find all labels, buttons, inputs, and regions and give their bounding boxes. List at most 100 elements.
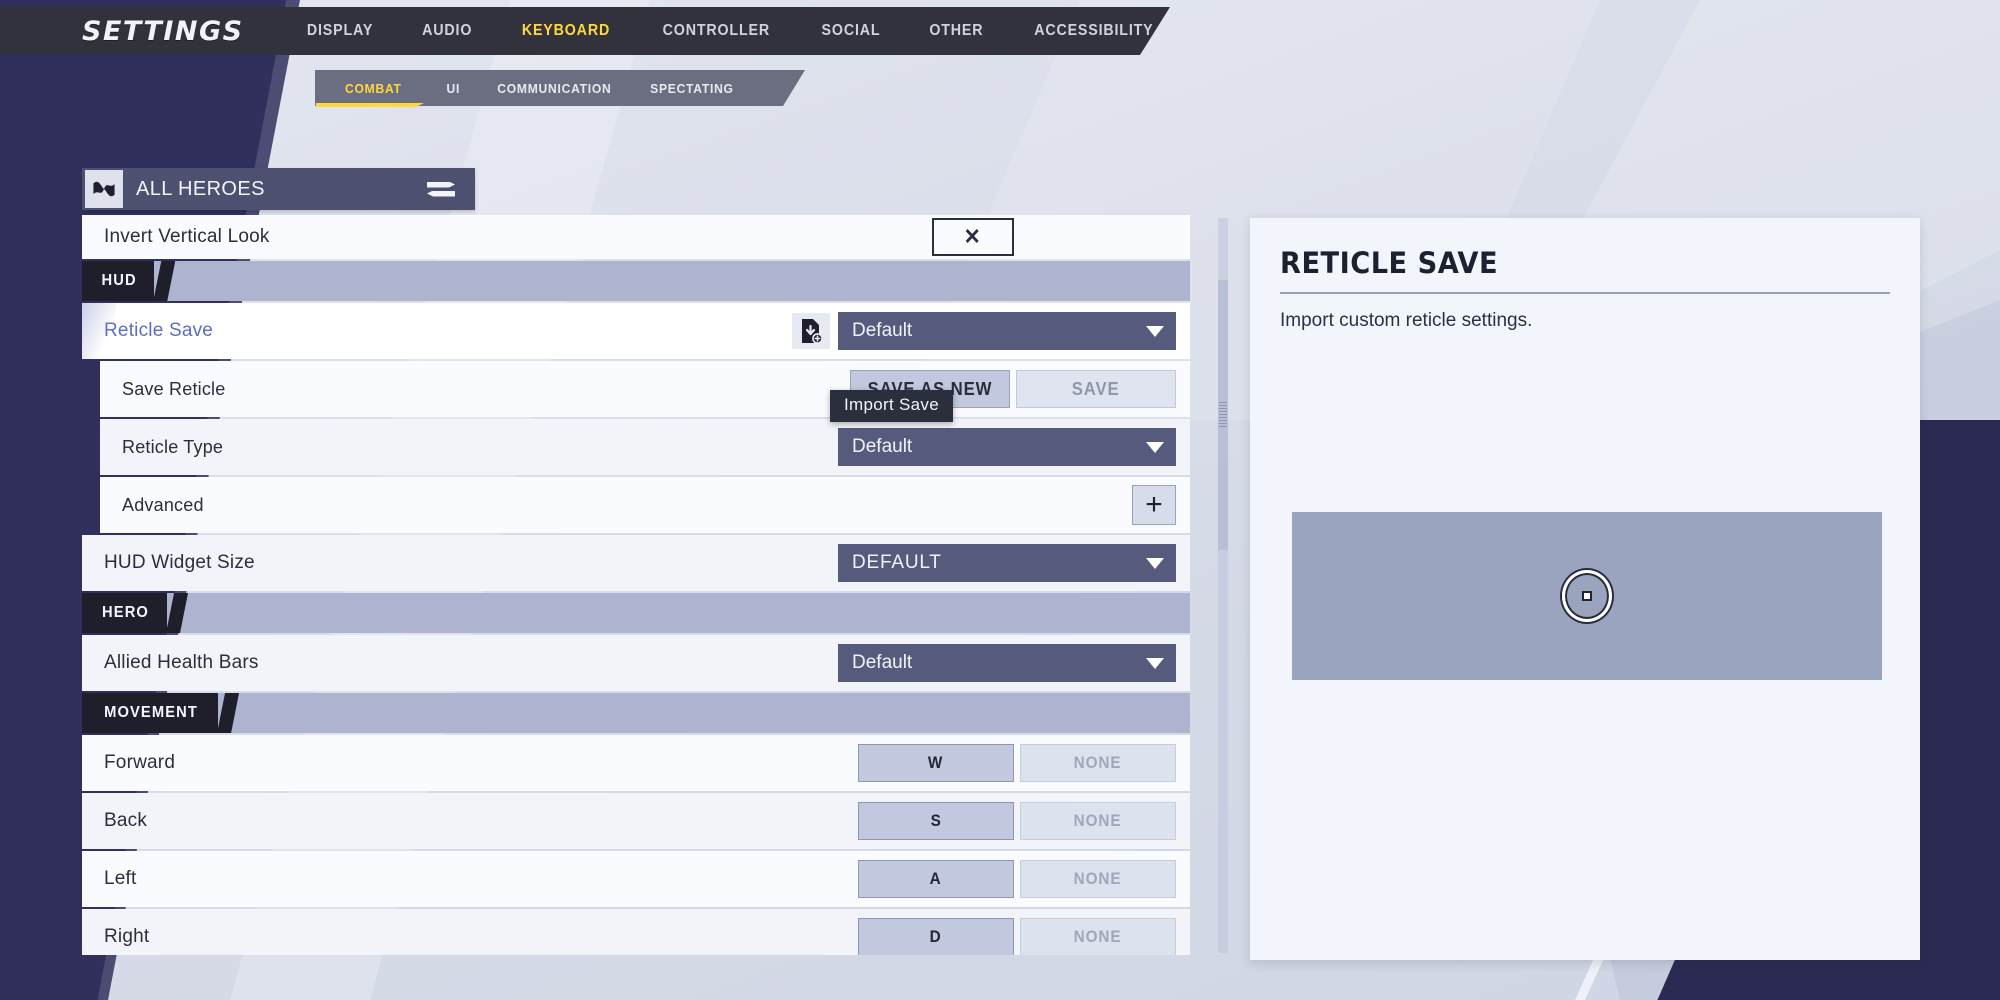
toggle-x-icon: ✕ [964, 224, 982, 249]
setting-label: Save Reticle [122, 378, 226, 399]
tooltip-text: Import Save [844, 395, 939, 414]
keybind-primary-back[interactable]: S [858, 802, 1014, 840]
detail-panel-description: Import custom reticle settings. [1280, 310, 1533, 331]
section-slash [217, 693, 240, 733]
chevron-down-icon [1146, 441, 1164, 453]
subnav-tab-communication[interactable]: COMMUNICATION [482, 81, 626, 96]
setting-label: Advanced [122, 494, 204, 515]
save-button[interactable]: SAVE [1016, 370, 1176, 408]
dropdown-value: DEFAULT [852, 552, 942, 573]
plus-icon: + [1145, 488, 1163, 521]
keybind-secondary-label: NONE [1074, 869, 1122, 888]
keybind-primary-forward[interactable]: W [858, 744, 1014, 782]
keybind-secondary-back[interactable]: NONE [1020, 802, 1176, 840]
keybind-secondary-left[interactable]: NONE [1020, 860, 1176, 898]
import-save-icon-button[interactable] [790, 311, 832, 351]
setting-label: Invert Vertical Look [104, 226, 270, 247]
setting-row-allied-health-bars[interactable]: Allied Health Bars Default [82, 635, 1190, 691]
keybind-secondary-right[interactable]: NONE [1020, 918, 1176, 955]
setting-row-reticle-type[interactable]: Reticle Type Default [100, 419, 1190, 475]
keybind-controls: S NONE [858, 802, 1190, 840]
nav-tab-social[interactable]: SOCIAL [821, 22, 880, 40]
swap-arrows-icon[interactable] [427, 181, 455, 197]
subnav-tab-combat[interactable]: COMBAT [319, 81, 426, 96]
chevron-down-icon [1146, 557, 1164, 569]
setting-controls: Default [790, 311, 1190, 351]
sub-navigation-bar: COMBAT UI COMMUNICATION SPECTATING [315, 70, 805, 106]
settings-list: Invert Vertical Look ✕ HUD Reticle Save [82, 215, 1190, 955]
section-label: MOVEMENT [104, 704, 198, 721]
setting-label: Reticle Type [122, 436, 224, 457]
keybind-primary-label: A [930, 869, 942, 888]
subnav-tab-ui[interactable]: UI [432, 81, 475, 96]
section-header-hero: HERO [82, 593, 1190, 633]
setting-row-save-reticle[interactable]: Save Reticle SAVE AS NEW SAVE [100, 361, 1190, 417]
setting-label: Right [104, 926, 150, 947]
setting-row-hud-widget-size[interactable]: HUD Widget Size DEFAULT [82, 535, 1190, 591]
nav-tab-accessibility[interactable]: ACCESSIBILITY [1035, 22, 1154, 40]
setting-label: HUD Widget Size [104, 552, 255, 573]
keybind-primary-right[interactable]: D [858, 918, 1014, 955]
setting-row-advanced[interactable]: Advanced + [100, 477, 1190, 533]
section-header-movement: MOVEMENT [82, 693, 1190, 733]
scrollbar-grip-icon [1219, 402, 1227, 428]
chevron-down-icon [1146, 657, 1164, 669]
all-heroes-icon [85, 170, 123, 208]
hud-widget-size-dropdown[interactable]: DEFAULT [838, 544, 1176, 582]
keybind-primary-left[interactable]: A [858, 860, 1014, 898]
keybind-secondary-forward[interactable]: NONE [1020, 744, 1176, 782]
import-save-icon [802, 319, 823, 344]
setting-controls: + [1132, 485, 1190, 525]
keybind-secondary-label: NONE [1074, 927, 1122, 946]
setting-controls: ✕ [932, 218, 1190, 256]
keybind-row-back[interactable]: Back S NONE [82, 793, 1190, 849]
reticle-icon [1562, 570, 1612, 622]
nav-tab-other[interactable]: OTHER [929, 22, 983, 40]
reticle-save-dropdown[interactable]: Default [838, 312, 1176, 350]
subnav-active-underline [316, 103, 424, 107]
keybind-row-forward[interactable]: Forward W NONE [82, 735, 1190, 791]
advanced-expand-button[interactable]: + [1132, 485, 1176, 525]
nav-tab-keyboard[interactable]: KEYBOARD [522, 22, 610, 40]
nav-tab-controller[interactable]: CONTROLLER [663, 22, 770, 40]
setting-row-reticle-save[interactable]: Reticle Save Default [82, 303, 1190, 359]
setting-label: Forward [104, 752, 176, 773]
keybind-primary-label: D [930, 927, 942, 946]
settings-title: SETTINGS [82, 15, 244, 47]
setting-controls: Default [838, 428, 1190, 466]
keybind-secondary-label: NONE [1074, 811, 1122, 830]
dropdown-value: Default [852, 436, 913, 457]
invert-vertical-look-toggle[interactable]: ✕ [932, 218, 1014, 256]
section-slash [166, 593, 189, 633]
subnav-tab-spectating[interactable]: SPECTATING [636, 81, 749, 96]
hero-selector-label: ALL HEROES [136, 177, 265, 200]
section-label: HERO [102, 604, 149, 621]
section-header-hud: HUD [82, 261, 1190, 301]
keybind-row-left[interactable]: Left A NONE [82, 851, 1190, 907]
save-label: SAVE [1072, 378, 1120, 399]
reticle-center-dot [1584, 593, 1590, 599]
top-nav-items: DISPLAY AUDIO KEYBOARD CONTROLLER SOCIAL… [304, 22, 1159, 40]
hero-selector[interactable]: ALL HEROES [82, 168, 475, 210]
setting-controls: DEFAULT [838, 544, 1190, 582]
top-navigation-bar: SETTINGS DISPLAY AUDIO KEYBOARD CONTROLL… [0, 7, 1170, 55]
nav-tab-audio[interactable]: AUDIO [422, 22, 472, 40]
section-label: HUD [101, 272, 137, 289]
keybind-controls: D NONE [858, 918, 1190, 955]
chevron-down-icon [1146, 325, 1164, 337]
setting-row-invert-vertical-look[interactable]: Invert Vertical Look ✕ [82, 215, 1190, 259]
detail-panel-title: RETICLE SAVE [1280, 246, 1499, 280]
settings-scrollbar-thumb[interactable] [1218, 280, 1228, 550]
allied-health-bars-dropdown[interactable]: Default [838, 644, 1176, 682]
setting-label: Reticle Save [104, 320, 214, 341]
reticle-type-dropdown[interactable]: Default [838, 428, 1176, 466]
dropdown-value: Default [852, 652, 913, 673]
keybind-row-right[interactable]: Right D NONE [82, 909, 1190, 955]
keybind-secondary-label: NONE [1074, 753, 1122, 772]
keybind-primary-label: S [930, 811, 942, 830]
keybind-controls: A NONE [858, 860, 1190, 898]
detail-panel-divider [1280, 292, 1890, 294]
setting-label: Back [104, 810, 148, 831]
nav-tab-display[interactable]: DISPLAY [306, 22, 372, 40]
keybind-primary-label: W [928, 753, 944, 772]
